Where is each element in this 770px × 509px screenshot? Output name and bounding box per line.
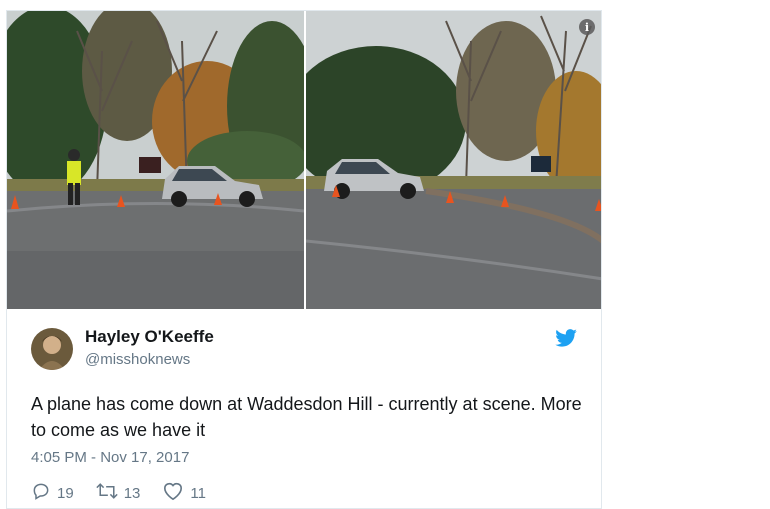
like-button[interactable]: 11	[162, 481, 206, 505]
author-name[interactable]: Hayley O'Keeffe	[85, 327, 214, 347]
reply-count: 19	[57, 484, 74, 502]
author-names: Hayley O'Keeffe @misshoknews	[85, 327, 214, 370]
twitter-bird-icon[interactable]	[555, 329, 577, 352]
tweet-timestamp[interactable]: 4:05 PM - Nov 17, 2017	[31, 449, 189, 466]
tweet-photo-2[interactable]: i	[306, 11, 601, 309]
tweet-actions: 19 13 11	[31, 481, 228, 505]
heart-icon	[162, 481, 190, 505]
retweet-button[interactable]: 13	[95, 481, 141, 505]
tweet-photos: i	[7, 11, 601, 309]
retweet-count: 13	[123, 484, 141, 502]
tweet-card[interactable]: i Hayley O'Keeffe @misshoknews A plane h…	[6, 10, 602, 509]
tweet-author[interactable]: Hayley O'Keeffe @misshoknews	[31, 327, 214, 370]
avatar[interactable]	[31, 327, 73, 370]
reply-icon	[31, 481, 57, 505]
reply-button[interactable]: 19	[31, 481, 74, 505]
author-handle[interactable]: @misshoknews	[85, 350, 214, 370]
retweet-icon	[95, 481, 124, 505]
like-count: 11	[190, 484, 206, 502]
tweet-text: A plane has come down at Waddesdon Hill …	[31, 394, 582, 440]
tweet-photo-1[interactable]	[7, 11, 304, 309]
info-icon[interactable]: i	[579, 19, 595, 35]
